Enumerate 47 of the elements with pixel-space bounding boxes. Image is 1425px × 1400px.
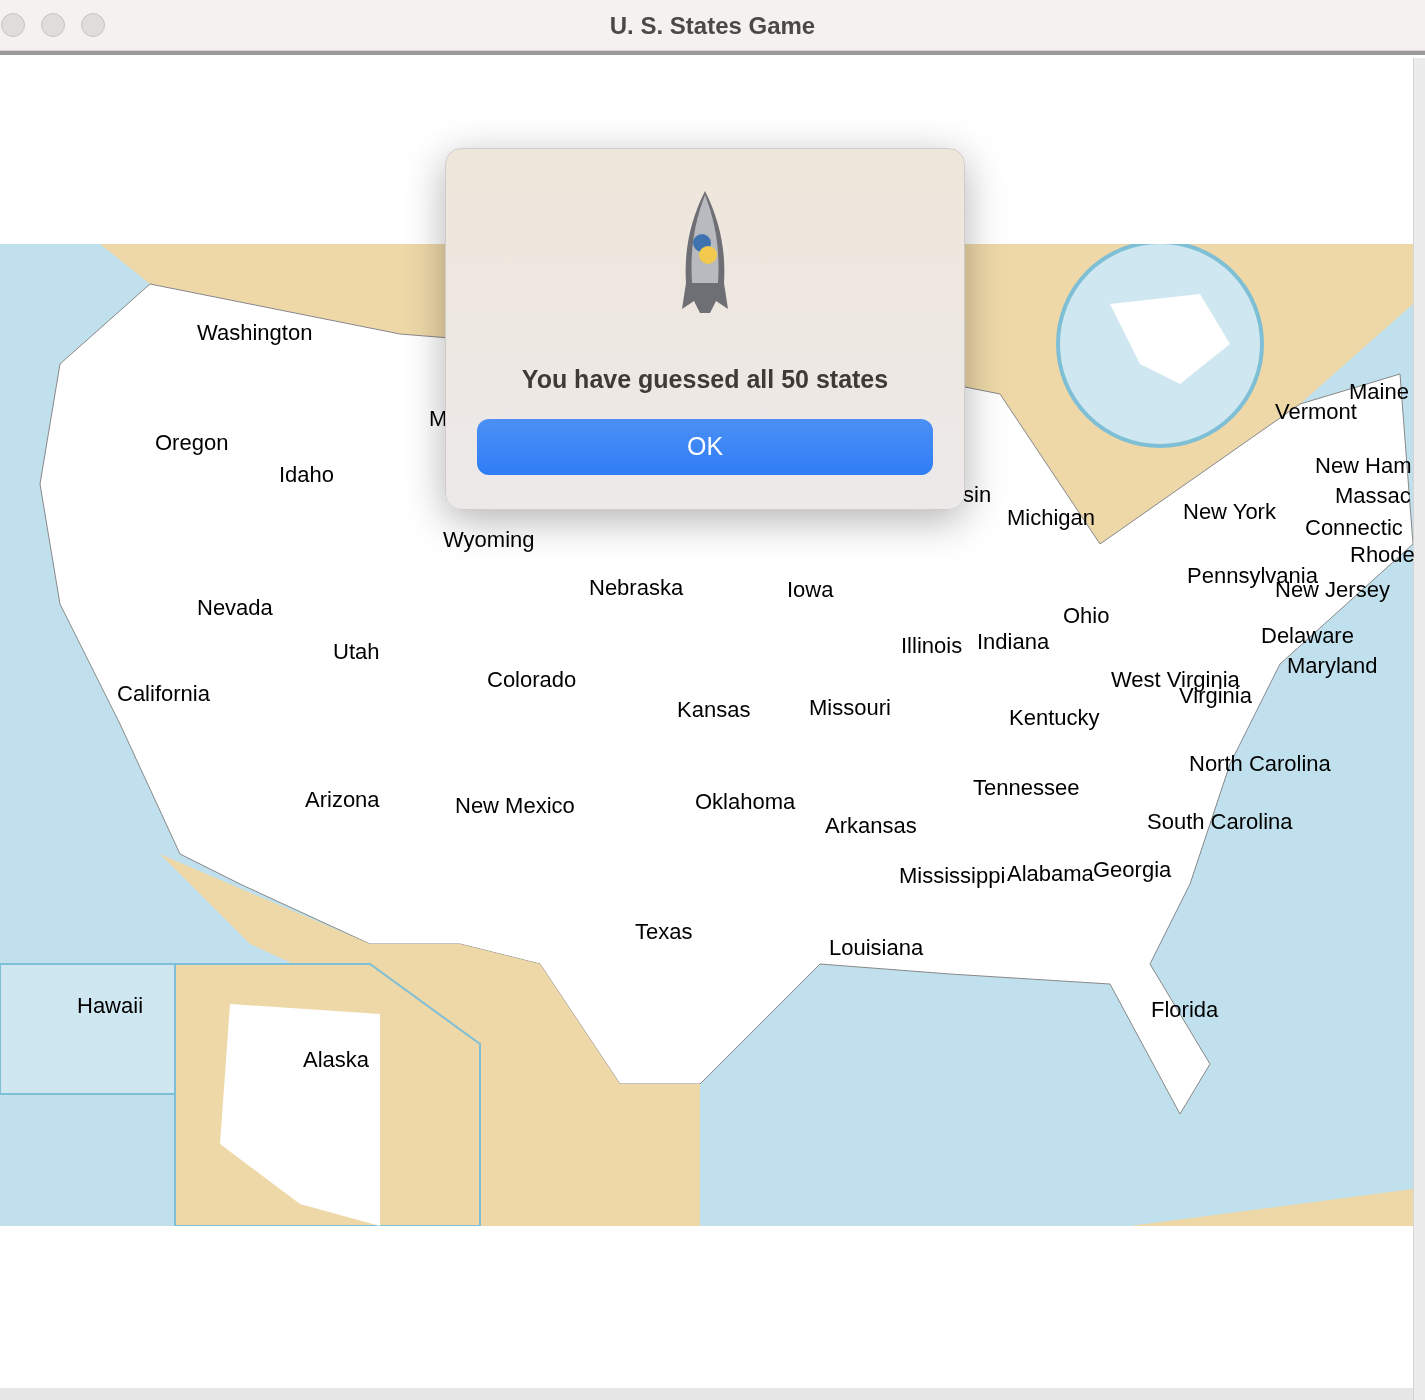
state-label: Georgia xyxy=(1093,857,1172,883)
state-label: Indiana xyxy=(977,629,1050,655)
state-label: Utah xyxy=(333,639,380,665)
state-label: Ohio xyxy=(1063,603,1110,629)
state-label: Arizona xyxy=(305,787,380,813)
rocket-icon xyxy=(680,191,730,315)
state-label: Kentucky xyxy=(1009,705,1100,731)
state-label: Missouri xyxy=(809,695,891,721)
close-button[interactable] xyxy=(1,13,25,37)
minimize-button[interactable] xyxy=(41,13,65,37)
state-label: Louisiana xyxy=(829,935,924,961)
state-label: Oregon xyxy=(155,430,229,456)
state-label: California xyxy=(117,681,210,707)
ok-button[interactable]: OK xyxy=(477,418,933,475)
state-label: Hawaii xyxy=(77,993,144,1019)
state-label: New Mexico xyxy=(455,793,575,819)
state-label: North Carolina xyxy=(1189,751,1331,777)
zoom-button[interactable] xyxy=(81,13,105,37)
state-label: Illinois xyxy=(901,633,963,659)
state-label: Nebraska xyxy=(589,575,684,601)
state-label: Rhode xyxy=(1350,542,1415,568)
state-label: Wyoming xyxy=(443,527,535,553)
state-label: Idaho xyxy=(279,462,335,488)
window-title: U. S. States Game xyxy=(609,10,816,41)
state-label: Colorado xyxy=(487,667,577,693)
state-label: Alabama xyxy=(1007,861,1094,887)
state-label: Arkansas xyxy=(825,813,917,839)
state-label: Alaska xyxy=(303,1047,370,1073)
state-label: New York xyxy=(1183,499,1276,525)
state-label: New Ham xyxy=(1315,453,1412,479)
state-label: Florida xyxy=(1151,997,1219,1023)
state-label: Oklahoma xyxy=(695,789,796,815)
state-label: Kansas xyxy=(677,697,751,723)
state-label: Massac xyxy=(1335,483,1411,509)
state-label: Washington xyxy=(197,320,313,346)
state-label: Maryland xyxy=(1287,653,1378,679)
state-label: Nevada xyxy=(197,595,273,621)
state-label: Texas xyxy=(635,919,693,945)
state-label: South Carolina xyxy=(1147,809,1293,835)
state-label: Michigan xyxy=(1007,505,1096,531)
state-label: Iowa xyxy=(787,577,834,603)
state-label: Mississippi xyxy=(899,863,1006,889)
state-label: sin xyxy=(963,482,992,508)
state-label: Connectic xyxy=(1305,515,1403,541)
state-label: Delaware xyxy=(1261,623,1354,649)
state-label: Tennessee xyxy=(973,775,1080,801)
alert-message: You have guessed all 50 states xyxy=(521,364,889,395)
